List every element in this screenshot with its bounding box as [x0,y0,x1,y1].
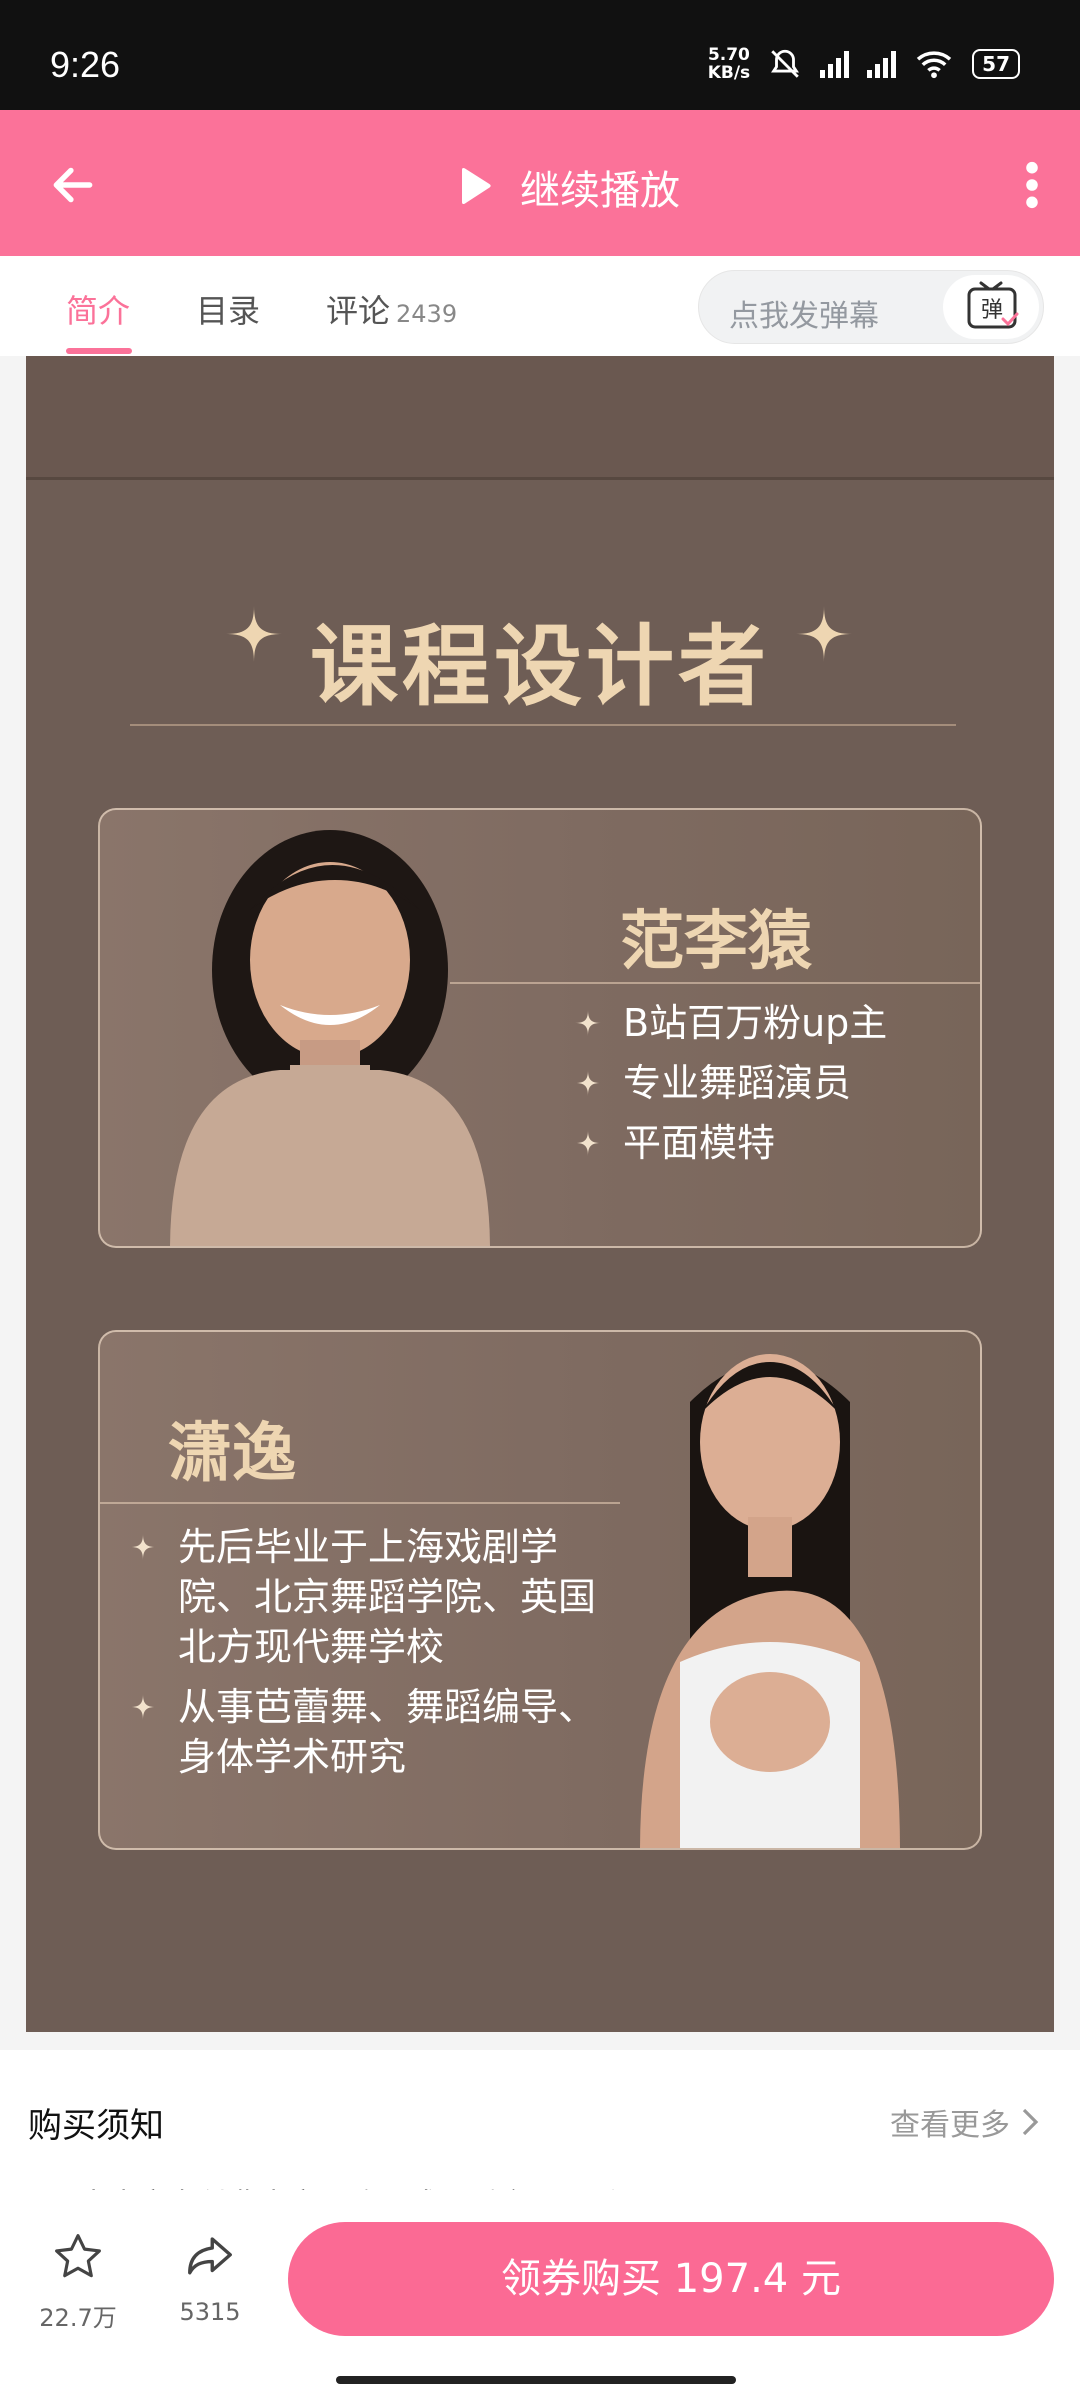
favorite-count: 22.7万 [39,2304,117,2332]
status-time: 9:26 [50,44,121,85]
danmu-icon-glyph: 弹 [981,298,1003,323]
designer-name: 潇逸 [168,1417,296,1491]
designer-name: 范李猿 [620,905,812,979]
play-icon [462,167,491,205]
tab-bar: 简介 目录 评论 2439 点我发弹幕 弹 [0,256,1080,356]
net-speed: 5.70 KB/s [707,45,751,83]
favorite-button[interactable]: 22.7万 [28,2230,128,2333]
sparkle-bullet-icon [130,1694,156,1720]
sparkle-icon-right [796,606,852,662]
status-bar: 9:26 5.70 KB/s 57 [0,0,1080,110]
designer-photo-male [170,830,490,1246]
danmu-tv-icon: 弹 [967,281,1019,329]
course-poster: 课程设计者 范李猿 B站百万粉up主 专业舞蹈演员 平面模特 潇逸 先后毕业于上… [26,356,1054,2032]
designer-photo-female [640,1354,900,1848]
more-options-icon[interactable] [1024,160,1040,210]
sparkle-bullet-icon [130,1534,156,1560]
back-arrow-icon[interactable] [48,160,98,210]
title-divider [130,724,956,726]
notice-title: 购买须知 [28,2106,164,2146]
mute-bell-icon [771,49,800,78]
top-bar: 继续播放 [0,110,1080,256]
wifi-icon [916,51,952,79]
tab-comments[interactable]: 评论 2439 [326,286,457,332]
sparkle-bullet-icon [575,1010,601,1036]
tab-catalog[interactable]: 目录 [196,286,260,332]
battery-icon: 57 [972,49,1020,79]
status-icons: 5.70 KB/s 57 [708,46,1020,82]
share-button[interactable]: 5315 [160,2230,260,2326]
view-more-label: 查看更多 [890,2108,1010,2143]
poster-title-row: 课程设计者 [26,596,1054,723]
chevron-right-icon [1022,2108,1039,2136]
designer-bullets: 先后毕业于上海戏剧学院、北京舞蹈学院、英国北方现代舞学校 从事芭蕾舞、舞蹈编导、… [130,1522,630,1792]
danmu-input[interactable]: 点我发弹幕 弹 [698,270,1044,344]
card-divider [100,1502,620,1504]
danmu-placeholder: 点我发弹幕 [729,299,879,334]
tab-intro[interactable]: 简介 [66,286,130,332]
signal-icon-2 [867,50,897,78]
tab-comments-label: 评论 [326,292,391,330]
bullet-item: 专业舞蹈演员 [575,1058,887,1108]
buy-with-coupon-button[interactable]: 领券购买 197.4 元 [288,2222,1054,2336]
bullet-item: 平面模特 [575,1118,887,1168]
bullet-item: 从事芭蕾舞、舞蹈编导、身体学术研究 [130,1682,630,1782]
designer-card-fanliyuan: 范李猿 B站百万粉up主 专业舞蹈演员 平面模特 [98,808,982,1248]
share-count: 5315 [179,2298,241,2326]
poster-top-strip [26,356,1054,480]
designer-bullets: B站百万粉up主 专业舞蹈演员 平面模特 [575,998,887,1178]
active-tab-indicator [66,348,132,354]
danmu-send-button[interactable]: 弹 [943,275,1039,339]
bullet-item: B站百万粉up主 [575,998,887,1048]
sparkle-bullet-icon [575,1070,601,1096]
designer-card-xiaoyi: 潇逸 先后毕业于上海戏剧学院、北京舞蹈学院、英国北方现代舞学校 从事芭蕾舞、舞蹈… [98,1330,982,1850]
bottom-bar: 22.7万 5315 领券购买 197.4 元 [0,2190,1080,2400]
comment-count: 2439 [396,300,458,328]
poster-title: 课程设计者 [309,615,770,718]
view-more-link[interactable]: 查看更多 [890,2100,1040,2144]
bullet-item: 先后毕业于上海戏剧学院、北京舞蹈学院、英国北方现代舞学校 [130,1522,630,1672]
card-divider [450,982,980,984]
signal-icon [820,50,850,78]
sparkle-bullet-icon [575,1130,601,1156]
share-arrow-icon [188,2237,232,2275]
resume-play-button[interactable]: 继续播放 [450,158,680,216]
home-indicator [336,2376,736,2384]
star-icon [55,2234,101,2278]
resume-label: 继续播放 [520,169,680,213]
